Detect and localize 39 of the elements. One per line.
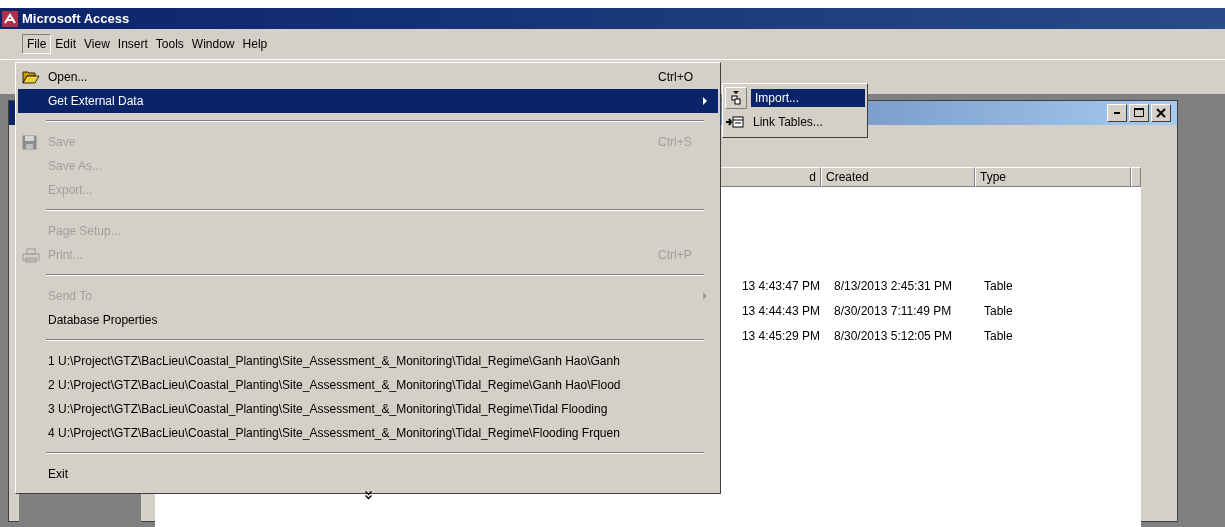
window-title: Microsoft Access bbox=[22, 11, 130, 26]
menu-item[interactable]: Window bbox=[187, 35, 239, 53]
link-table-icon bbox=[725, 115, 745, 129]
table-cell-text: 8/30/2013 7:11:49 PM bbox=[834, 303, 953, 318]
maximize-icon bbox=[1134, 108, 1144, 118]
close-button[interactable] bbox=[1151, 104, 1171, 122]
maximize-button[interactable] bbox=[1129, 104, 1149, 122]
menu-item[interactable]: View bbox=[80, 35, 114, 53]
table-cell: Table bbox=[984, 328, 1013, 343]
menu-item[interactable]: Help bbox=[238, 35, 272, 53]
menu-item[interactable]: Edit bbox=[51, 35, 81, 53]
menu-item[interactable]: File bbox=[22, 34, 52, 54]
menu-item[interactable]: Database Properties bbox=[18, 308, 718, 332]
table-cell-text: 8/30/2013 5:12:05 PM bbox=[834, 328, 954, 343]
minimize-icon bbox=[1113, 111, 1121, 115]
folder-icon bbox=[22, 70, 40, 84]
table-cell-text: 13 4:43:47 PM bbox=[740, 278, 821, 293]
menu-item[interactable]: Get External Data bbox=[18, 89, 718, 113]
menu-item[interactable]: 2 U:\Project\GTZ\BacLieu\Coastal_Planting\Site_Assessment_&_Monitoring\Tidal_Regime\Ganh Hao\Flood bbox=[18, 373, 718, 397]
table-cell: Table bbox=[984, 278, 1013, 293]
menu-item[interactable]: Open... Ctrl+O bbox=[18, 65, 718, 89]
printer-icon bbox=[22, 247, 40, 263]
menu-item[interactable]: 4 U:\Project\GTZ\BacLieu\Coastal_Planting\Site_Assessment_&_Monitoring\Tidal_Regime\Flooding Frquen bbox=[18, 421, 718, 445]
menu-item[interactable]: Exit bbox=[18, 462, 718, 486]
menu-item[interactable]: 3 U:\Project\GTZ\BacLieu\Coastal_Planting\Site_Assessment_&_Monitoring\Tidal_Regime\Tidal Flooding bbox=[18, 397, 718, 421]
table-cell-text: 8/13/2013 2:45:31 PM bbox=[834, 278, 954, 293]
table-cell-text: 13 4:45:29 PM bbox=[740, 328, 821, 343]
column-header[interactable]: Created bbox=[821, 167, 975, 187]
menu-item[interactable]: Insert bbox=[113, 35, 152, 53]
menu-item[interactable]: 1 U:\Project\GTZ\BacLieu\Coastal_Planting\Site_Assessment_&_Monitoring\Tidal_Regime\Ganh Hao\Ganh bbox=[18, 349, 718, 373]
close-icon bbox=[1156, 108, 1166, 118]
menu-item[interactable]: Tools bbox=[151, 35, 188, 53]
table-cell: Table bbox=[984, 303, 1013, 318]
table-cell-text: 13 4:44:43 PM bbox=[740, 303, 821, 318]
column-header[interactable]: Type bbox=[975, 167, 1131, 187]
double-chevron-down-icon[interactable] bbox=[364, 490, 372, 500]
menu-item[interactable]: Link Tables... bbox=[725, 110, 865, 134]
minimize-button[interactable] bbox=[1107, 104, 1127, 122]
import-icon bbox=[725, 87, 747, 109]
